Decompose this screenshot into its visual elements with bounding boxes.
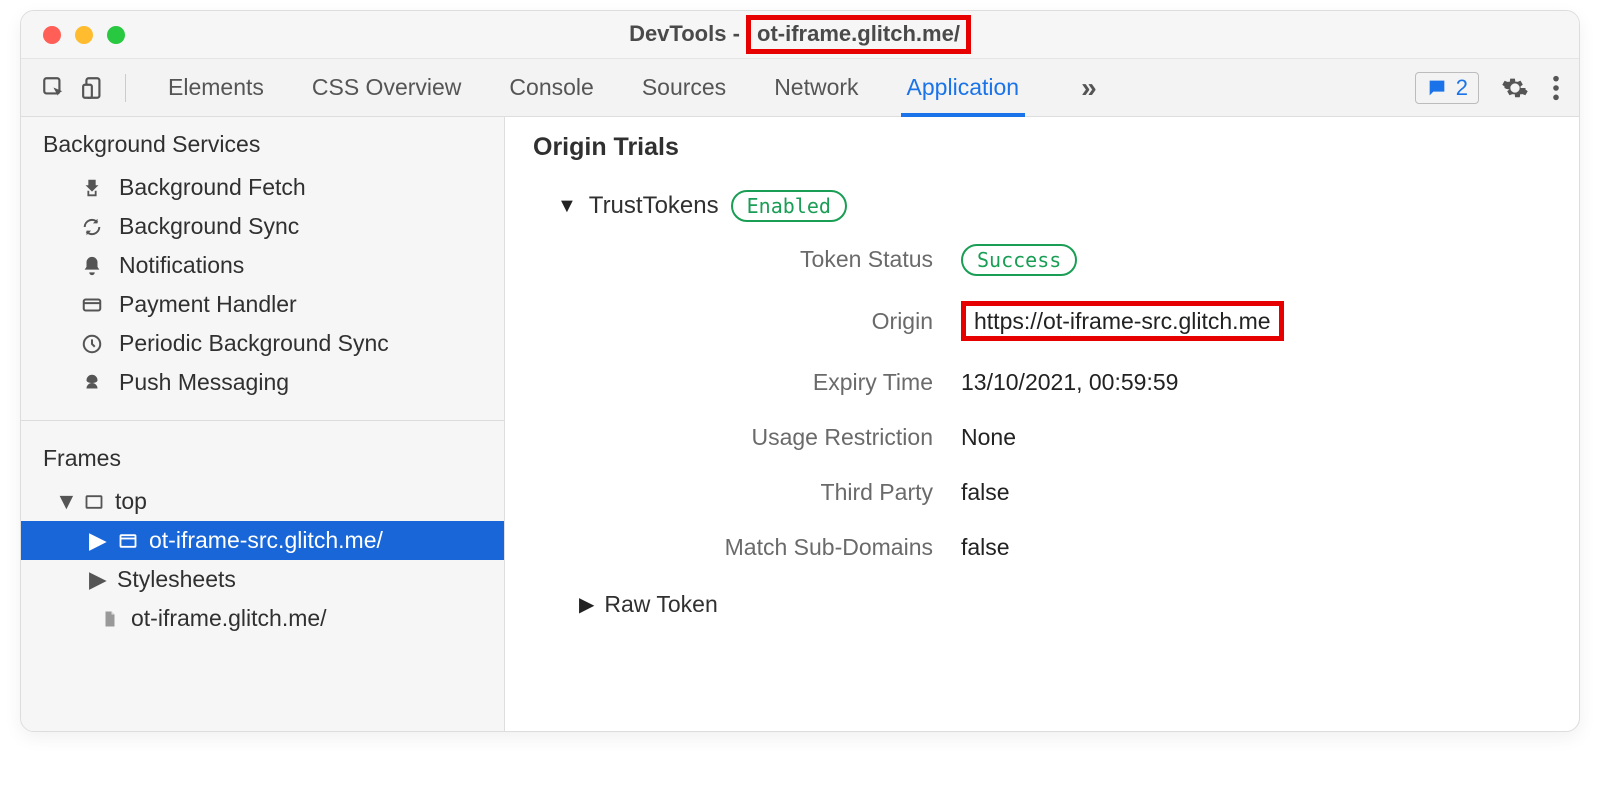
- tab-application[interactable]: Application: [907, 60, 1020, 115]
- sidebar-item-periodic-sync[interactable]: Periodic Background Sync: [21, 324, 504, 363]
- frame-tree-top[interactable]: ▼ top: [21, 482, 504, 521]
- issues-icon: [1426, 77, 1448, 99]
- sidebar-list: Background Fetch Background Sync Notific…: [21, 168, 504, 416]
- chevron-right-icon: ▶: [89, 527, 107, 554]
- chevron-down-icon: ▼: [55, 488, 73, 515]
- trial-status-badge: Enabled: [731, 190, 847, 222]
- match-sub-label: Match Sub-Domains: [593, 534, 933, 561]
- issues-count: 2: [1456, 75, 1468, 101]
- match-sub-value: false: [961, 534, 1551, 561]
- frame-label: ot-iframe-src.glitch.me/: [149, 527, 383, 554]
- chevron-down-icon: ▼: [557, 195, 577, 218]
- frame-tree-iframe[interactable]: ▶ ot-iframe-src.glitch.me/: [21, 521, 504, 560]
- tab-network[interactable]: Network: [774, 60, 858, 115]
- origin-label: Origin: [593, 308, 933, 335]
- window-title-url: ot-iframe.glitch.me/: [746, 15, 971, 53]
- inspect-element-icon[interactable]: [39, 73, 69, 103]
- chevron-right-icon: ▶: [579, 592, 594, 617]
- main-panel: Origin Trials ▼ TrustTokens Enabled Toke…: [505, 117, 1579, 731]
- file-icon: [99, 609, 121, 629]
- frames-section-title: Frames: [21, 435, 504, 482]
- trial-name: TrustTokens: [589, 192, 719, 220]
- separator: [125, 74, 126, 102]
- frame-label: top: [115, 488, 147, 515]
- sidebar-item-label: Notifications: [119, 252, 244, 279]
- iframe-icon: [117, 531, 139, 551]
- raw-token-row[interactable]: ▶ Raw Token: [579, 591, 1551, 618]
- window-title-prefix: DevTools -: [629, 21, 746, 46]
- third-party-label: Third Party: [593, 479, 933, 506]
- tabs-bar: Elements CSS Overview Console Sources Ne…: [21, 59, 1579, 117]
- close-window-button[interactable]: [43, 26, 61, 44]
- payment-handler-icon: [79, 294, 105, 316]
- sidebar-item-label: Push Messaging: [119, 369, 289, 396]
- origin-value-wrap: https://ot-iframe-src.glitch.me: [961, 301, 1551, 341]
- notifications-icon: [79, 255, 105, 277]
- third-party-value: false: [961, 479, 1551, 506]
- window-title: DevTools - ot-iframe.glitch.me/: [21, 15, 1579, 53]
- tab-console[interactable]: Console: [509, 60, 593, 115]
- frames-section: Frames ▼ top ▶ ot-iframe-src.glitch.me/: [21, 421, 504, 638]
- trial-details-grid: Token Status Success Origin https://ot-i…: [593, 246, 1551, 561]
- expiry-label: Expiry Time: [593, 369, 933, 396]
- toolbar-left-icons: [39, 73, 109, 103]
- device-toolbar-icon[interactable]: [79, 73, 109, 103]
- sidebar-item-payment-handler[interactable]: Payment Handler: [21, 285, 504, 324]
- frame-label: ot-iframe.glitch.me/: [131, 605, 327, 632]
- frame-tree-stylesheets[interactable]: ▶ Stylesheets: [21, 560, 504, 599]
- expiry-value: 13/10/2021, 00:59:59: [961, 369, 1551, 396]
- frame-icon: [83, 492, 105, 512]
- tabs-overflow-button[interactable]: »: [1067, 72, 1111, 104]
- panel-heading: Origin Trials: [533, 133, 1551, 162]
- tabs: Elements CSS Overview Console Sources Ne…: [168, 60, 1407, 115]
- tab-elements[interactable]: Elements: [168, 60, 264, 115]
- minimize-window-button[interactable]: [75, 26, 93, 44]
- settings-icon[interactable]: [1501, 74, 1529, 102]
- push-messaging-icon: [79, 372, 105, 394]
- periodic-sync-icon: [79, 333, 105, 355]
- tab-sources[interactable]: Sources: [642, 60, 726, 115]
- background-fetch-icon: [79, 177, 105, 199]
- maximize-window-button[interactable]: [107, 26, 125, 44]
- more-options-icon[interactable]: [1551, 74, 1561, 102]
- tab-css-overview[interactable]: CSS Overview: [312, 60, 462, 115]
- sidebar-item-label: Payment Handler: [119, 291, 297, 318]
- background-sync-icon: [79, 216, 105, 238]
- sidebar-item-background-fetch[interactable]: Background Fetch: [21, 168, 504, 207]
- trial-row[interactable]: ▼ TrustTokens Enabled: [557, 190, 1551, 222]
- content-area: Background Services Background Fetch Bac…: [21, 117, 1579, 731]
- frame-label: Stylesheets: [117, 566, 236, 593]
- sidebar-section-title: Background Services: [21, 117, 504, 168]
- sidebar-item-label: Periodic Background Sync: [119, 330, 389, 357]
- token-status-badge: Success: [961, 244, 1077, 276]
- usage-label: Usage Restriction: [593, 424, 933, 451]
- traffic-lights: [21, 26, 125, 44]
- sidebar-item-notifications[interactable]: Notifications: [21, 246, 504, 285]
- raw-token-label: Raw Token: [604, 591, 717, 618]
- token-status-label: Token Status: [593, 246, 933, 273]
- origin-value: https://ot-iframe-src.glitch.me: [961, 301, 1284, 341]
- frame-tree-leaf[interactable]: ot-iframe.glitch.me/: [21, 599, 504, 638]
- token-status-value: Success: [961, 246, 1551, 273]
- sidebar-item-push-messaging[interactable]: Push Messaging: [21, 363, 504, 402]
- sidebar-item-label: Background Fetch: [119, 174, 306, 201]
- sidebar-item-label: Background Sync: [119, 213, 299, 240]
- titlebar: DevTools - ot-iframe.glitch.me/: [21, 11, 1579, 59]
- sidebar: Background Services Background Fetch Bac…: [21, 117, 505, 731]
- issues-button[interactable]: 2: [1415, 72, 1479, 104]
- sidebar-item-background-sync[interactable]: Background Sync: [21, 207, 504, 246]
- usage-value: None: [961, 424, 1551, 451]
- toolbar-right: 2: [1415, 72, 1561, 104]
- chevron-right-icon: ▶: [89, 566, 107, 593]
- devtools-window: DevTools - ot-iframe.glitch.me/ Elements…: [20, 10, 1580, 732]
